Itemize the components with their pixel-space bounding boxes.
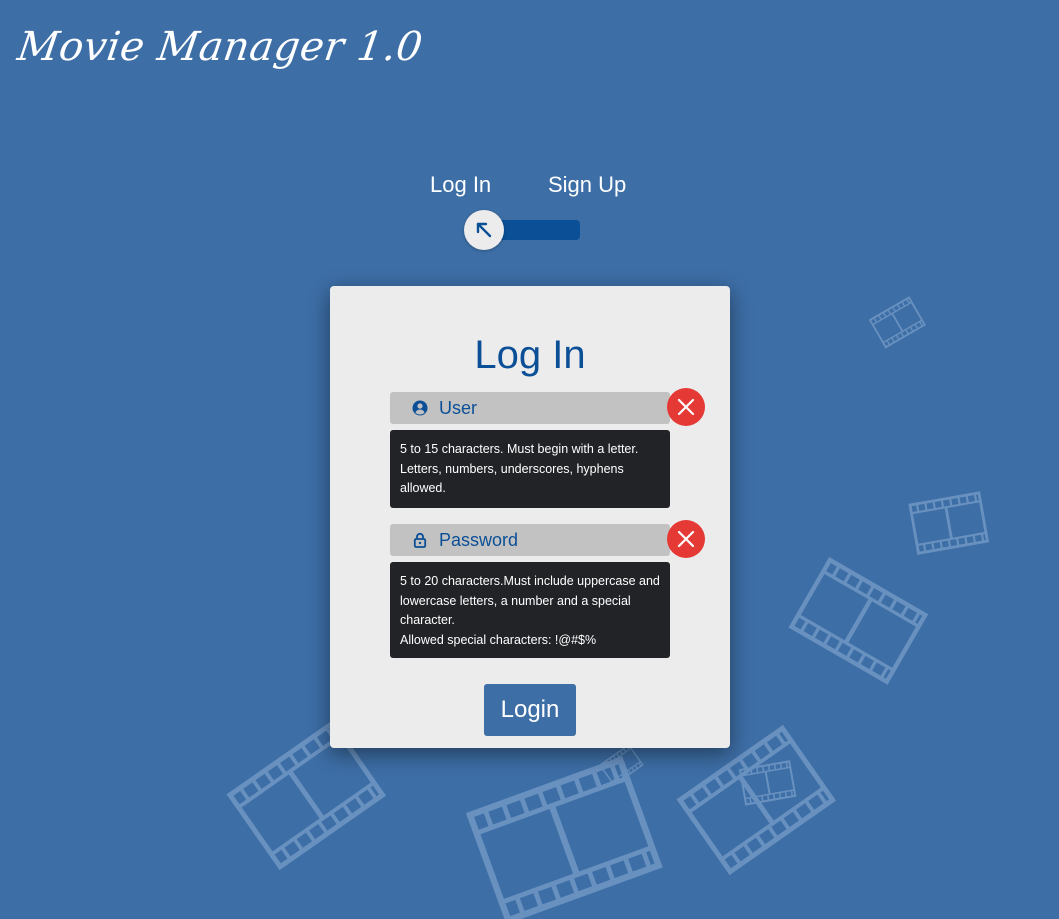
user-error-badge [667,388,705,426]
user-hint-text: 5 to 15 characters. Must begin with a le… [400,442,639,495]
login-card: Log In 5 to 15 characters. Must begin wi… [330,286,730,748]
lock-icon [413,532,427,548]
app-logo: Movie Manager 1.0 [14,24,426,70]
user-hint: 5 to 15 characters. Must begin with a le… [390,430,670,508]
user-input[interactable] [439,392,659,424]
password-error-badge [667,520,705,558]
arrow-up-left-icon [476,222,492,238]
password-hint-allowed: Allowed special characters: !@#$% [400,632,597,647]
tab-sign-up[interactable]: Sign Up [548,172,626,198]
mode-toggle-knob[interactable] [464,210,504,250]
user-circle-icon [412,400,428,416]
mode-tabs: Log In Sign Up [0,172,1059,204]
login-button[interactable]: Login [484,684,576,736]
password-field[interactable] [390,524,670,556]
password-hint-text: 5 to 20 characters.Must include uppercas… [400,574,660,627]
error-x-icon [677,398,695,416]
tab-log-in[interactable]: Log In [430,172,491,198]
error-x-icon [677,530,695,548]
password-hint: 5 to 20 characters.Must include uppercas… [390,562,670,658]
login-card-title: Log In [474,332,586,377]
password-input[interactable] [439,524,659,556]
user-field[interactable] [390,392,670,424]
